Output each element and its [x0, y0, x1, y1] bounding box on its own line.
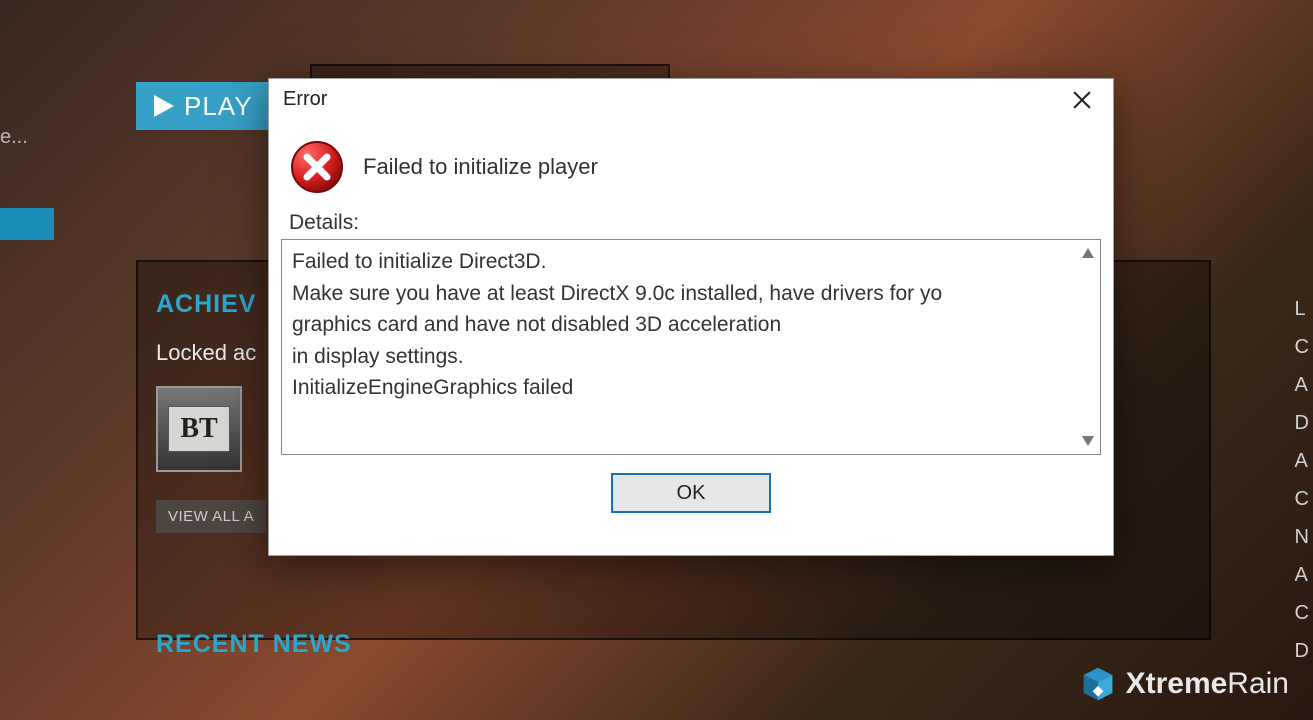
truncated-letter: A — [1295, 442, 1309, 480]
details-text: Failed to initialize Direct3D. Make sure… — [282, 240, 1100, 410]
recent-news-heading: RECENT NEWS — [156, 630, 352, 659]
dialog-titlebar: Error — [269, 79, 1113, 119]
logo-strong: Xtreme — [1126, 667, 1228, 700]
logo-light: Rain — [1227, 667, 1289, 700]
view-all-button[interactable]: VIEW ALL A — [156, 500, 266, 533]
details-label: Details: — [269, 209, 1113, 239]
close-button[interactable] — [1065, 85, 1099, 115]
truncated-letter: D — [1295, 632, 1309, 670]
close-icon — [1073, 91, 1091, 109]
dialog-title: Error — [283, 88, 327, 111]
scrollbar[interactable] — [1076, 240, 1100, 454]
truncated-letter: C — [1295, 480, 1309, 518]
right-truncated-list: LCADACNACD — [1295, 290, 1309, 670]
play-button-label: PLAY — [184, 91, 253, 122]
truncated-letter: D — [1295, 404, 1309, 442]
truncated-letter: C — [1295, 328, 1309, 366]
details-textbox[interactable]: Failed to initialize Direct3D. Make sure… — [281, 239, 1101, 455]
xtremerain-cube-icon — [1080, 666, 1116, 702]
scroll-up-icon[interactable] — [1080, 246, 1096, 260]
bg-accent-bar — [0, 208, 54, 240]
achievements-heading: ACHIEV — [156, 290, 256, 319]
error-heading: Failed to initialize player — [363, 154, 598, 180]
achievement-tile[interactable]: BT — [156, 386, 242, 472]
locked-achievements-label: Locked ac — [156, 340, 256, 366]
truncated-letter: A — [1295, 366, 1309, 404]
watermark-logo: XtremeRain — [1080, 666, 1289, 702]
truncated-letter: N — [1295, 518, 1309, 556]
truncated-letter: A — [1295, 556, 1309, 594]
error-icon — [289, 139, 345, 195]
scroll-down-icon[interactable] — [1080, 434, 1096, 448]
ok-button[interactable]: OK — [611, 473, 771, 513]
achievement-tile-label: BT — [168, 406, 230, 452]
truncated-letter: C — [1295, 594, 1309, 632]
truncated-letter: L — [1295, 290, 1309, 328]
error-dialog: Error Failed to initialize player Detail… — [268, 78, 1114, 556]
truncated-text: e... — [0, 126, 28, 149]
play-icon — [154, 95, 174, 117]
